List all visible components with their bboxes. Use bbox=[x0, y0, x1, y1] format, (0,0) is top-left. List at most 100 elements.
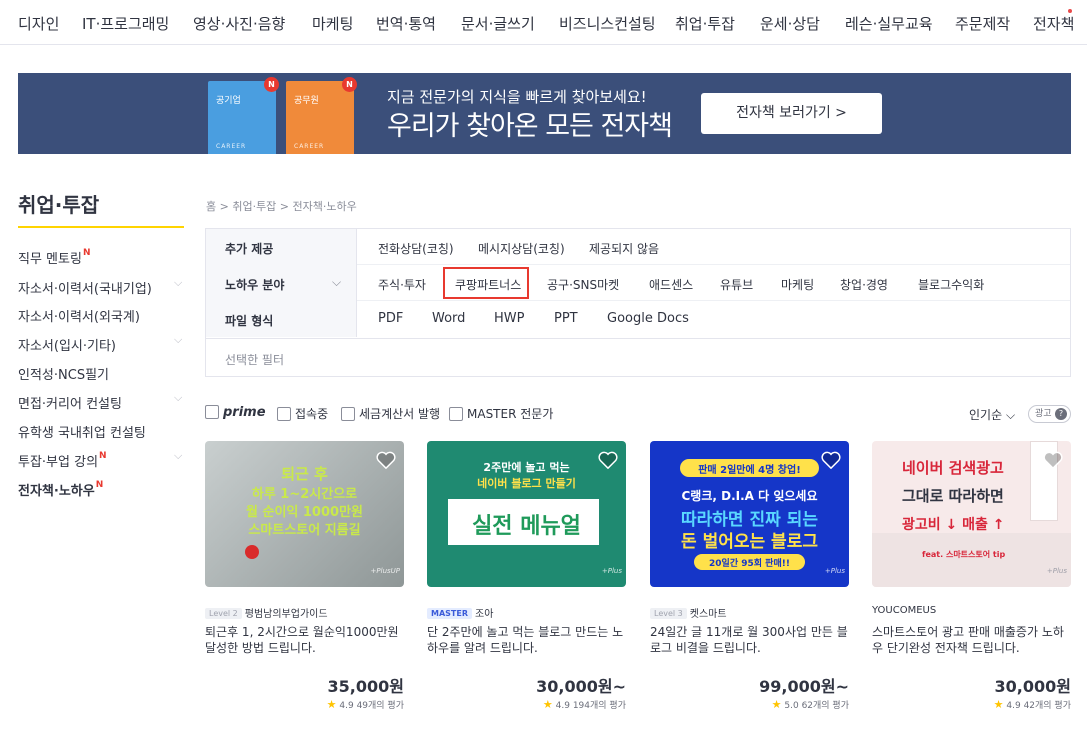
nav-design[interactable]: 디자인 bbox=[18, 13, 59, 34]
seller-name[interactable]: 평범남의부업가이드 bbox=[245, 609, 328, 620]
nav-jobs[interactable]: 취업·투잡 bbox=[675, 13, 735, 34]
chevron-down-icon[interactable]: ⌵ bbox=[332, 275, 341, 290]
heart-icon[interactable] bbox=[598, 451, 618, 469]
product-rating: ★ 4.9 42개의 평가 bbox=[993, 698, 1071, 711]
selected-filter-highlight bbox=[443, 267, 529, 299]
new-badge: N bbox=[264, 77, 279, 92]
banner-title: 우리가 찾아온 모든 전자책 bbox=[387, 111, 673, 142]
question-icon: ? bbox=[1055, 408, 1067, 420]
filter-option[interactable]: 유튜브 bbox=[720, 276, 753, 293]
star-icon: ★ bbox=[993, 698, 1004, 711]
filter-option[interactable]: Google Docs bbox=[607, 311, 689, 326]
chevron-down-icon[interactable]: ⌵ bbox=[174, 449, 182, 463]
banner-cta-button[interactable]: 전자책 보러가기 > bbox=[701, 93, 882, 134]
filter-option[interactable]: 전화상담(코칭) bbox=[378, 240, 454, 257]
filter-option[interactable]: 메시지상담(코칭) bbox=[478, 240, 565, 257]
nav-lessons[interactable]: 레슨·실무교육 bbox=[845, 13, 933, 34]
chevron-down-icon[interactable]: ⌵ bbox=[174, 333, 182, 347]
filter-panel: 추가 제공 전화상담(코칭) 메시지상담(코칭) 제공되지 않음 노하우 분야 … bbox=[205, 228, 1071, 377]
filter-option[interactable]: 블로그수익화 bbox=[918, 276, 984, 293]
red-ball-image bbox=[245, 545, 259, 559]
level-badge: Level 2 bbox=[205, 608, 242, 619]
filter-option[interactable]: PPT bbox=[554, 311, 578, 326]
filter-option[interactable]: 마케팅 bbox=[781, 276, 814, 293]
nav-writing[interactable]: 문서·글쓰기 bbox=[461, 13, 535, 34]
seller-info: MASTER 조아 bbox=[427, 605, 493, 620]
nav-it[interactable]: IT·프로그래밍 bbox=[82, 13, 169, 34]
prime-checkbox[interactable]: prime bbox=[205, 405, 266, 420]
chevron-down-icon[interactable]: ⌵ bbox=[174, 391, 182, 405]
heart-icon[interactable] bbox=[821, 451, 841, 469]
sort-dropdown[interactable]: 인기순 ⌵ bbox=[969, 406, 1015, 423]
heart-icon[interactable] bbox=[1043, 451, 1063, 469]
product-rating: ★ 4.9 194개의 평가 bbox=[542, 698, 626, 711]
seller-name[interactable]: 조아 bbox=[475, 609, 493, 620]
checkbox-icon bbox=[277, 407, 291, 421]
sidebar-item-essay[interactable]: 자소서(입시·기타) bbox=[18, 335, 116, 354]
product-thumbnail: 네이버 검색광고 그대로 따라하면 광고비 ↓ 매출 ↑ feat. 스마트스토… bbox=[872, 441, 1071, 587]
nav-video[interactable]: 영상·사진·음향 bbox=[193, 13, 285, 34]
tax-invoice-checkbox[interactable]: 세금계산서 발행 bbox=[341, 405, 440, 422]
checkbox-icon bbox=[341, 407, 355, 421]
sidebar-item-side-job[interactable]: 투잡·부업 강의N bbox=[18, 451, 107, 470]
product-thumbnail: 퇴근 후 하루 1~2시간으로 월 순이익 1000만원 스마트스토어 지름길 … bbox=[205, 441, 404, 587]
filter-option[interactable]: HWP bbox=[494, 311, 524, 326]
star-icon: ★ bbox=[771, 698, 782, 711]
book-cover-public-company: 공기업 CAREER N bbox=[208, 77, 279, 154]
filter-option[interactable]: 애드센스 bbox=[649, 276, 693, 293]
sidebar-title: 취업·투잡 bbox=[18, 193, 100, 217]
breadcrumb: 홈 > 취업·투잡 > 전자책·노하우 bbox=[206, 200, 357, 213]
seller-info: Level 2 평범남의부업가이드 bbox=[205, 605, 328, 620]
sidebar-divider bbox=[18, 226, 184, 228]
selected-filters: 선택한 필터 bbox=[206, 338, 1070, 376]
heart-icon[interactable] bbox=[376, 451, 396, 469]
chevron-down-icon[interactable]: ⌵ bbox=[174, 276, 182, 290]
star-icon: ★ bbox=[326, 698, 337, 711]
category-nav: 디자인 IT·프로그래밍 영상·사진·음향 마케팅 번역·통역 문서·글쓰기 비… bbox=[0, 0, 1087, 45]
sidebar-item-ncs[interactable]: 인적성·NCS필기 bbox=[18, 364, 109, 383]
ebook-banner[interactable]: 공기업 CAREER N 공무원 CAREER N 지금 전문가의 지식을 빠르… bbox=[18, 73, 1071, 154]
new-badge: N bbox=[342, 77, 357, 92]
nav-marketing[interactable]: 마케팅 bbox=[312, 13, 353, 34]
seller-name[interactable]: 켓스마트 bbox=[690, 609, 727, 620]
new-badge: N bbox=[99, 451, 107, 461]
filter-option[interactable]: PDF bbox=[378, 311, 403, 326]
product-title[interactable]: 24일간 글 11개로 월 300사업 만든 블로그 비결을 드립니다. bbox=[650, 624, 849, 656]
filter-option[interactable]: 창업·경영 bbox=[840, 276, 888, 293]
product-rating: ★ 4.9 49개의 평가 bbox=[326, 698, 404, 711]
filter-label: 파일 형식 bbox=[225, 314, 274, 328]
online-checkbox[interactable]: 접속중 bbox=[277, 405, 328, 422]
sidebar-item-resume-domestic[interactable]: 자소서·이력서(국내기업) bbox=[18, 278, 152, 297]
nav-fortune[interactable]: 운세·상담 bbox=[760, 13, 820, 34]
product-rating: ★ 5.0 62개의 평가 bbox=[771, 698, 849, 711]
product-thumbnail: 판매 2일만에 4명 창업! C랭크, D.I.A 다 잊으세요 따라하면 진짜… bbox=[650, 441, 849, 587]
seller-name[interactable]: YOUCOMEUS bbox=[872, 605, 936, 616]
product-title[interactable]: 단 2주만에 놀고 먹는 블로그 만드는 노하우를 알려 드립니다. bbox=[427, 624, 626, 656]
seller-info: YOUCOMEUS bbox=[872, 605, 936, 616]
level-badge: Level 3 bbox=[650, 608, 687, 619]
ad-info-button[interactable]: 광고? bbox=[1028, 405, 1071, 423]
filter-row-knowhow: 노하우 분야 ⌵ 주식·투자 쿠팡파트너스 공구·SNS마켓 애드센스 유튜브 … bbox=[206, 265, 1070, 301]
filter-option[interactable]: 주식·투자 bbox=[378, 276, 426, 293]
sidebar-item-ebook[interactable]: 전자책·노하우N bbox=[18, 480, 103, 499]
sidebar-item-intl-student[interactable]: 유학생 국내취업 컨설팅 bbox=[18, 422, 146, 441]
sidebar-item-mentoring[interactable]: 직무 멘토링N bbox=[18, 248, 90, 267]
filter-option[interactable]: 제공되지 않음 bbox=[589, 240, 659, 257]
book-cover-civil-servant: 공무원 CAREER N bbox=[286, 77, 357, 154]
product-price: 35,000원 bbox=[327, 677, 404, 696]
filter-row-format: 파일 형식 PDF Word HWP PPT Google Docs bbox=[206, 301, 1070, 337]
sidebar-item-resume-foreign[interactable]: 자소서·이력서(외국계) bbox=[18, 306, 140, 325]
filter-label: 노하우 분야 bbox=[225, 278, 285, 292]
filter-option[interactable]: Word bbox=[432, 311, 465, 326]
sidebar-item-interview[interactable]: 면접·커리어 컨설팅 bbox=[18, 393, 122, 412]
nav-ebook[interactable]: 전자책 bbox=[1033, 13, 1074, 34]
nav-custom[interactable]: 주문제작 bbox=[955, 13, 1010, 34]
seller-info: Level 3 켓스마트 bbox=[650, 605, 727, 620]
product-price: 30,000원 bbox=[994, 677, 1071, 696]
nav-business[interactable]: 비즈니스컨설팅 bbox=[559, 13, 656, 34]
filter-option[interactable]: 공구·SNS마켓 bbox=[547, 276, 619, 293]
master-checkbox[interactable]: MASTER 전문가 bbox=[449, 405, 553, 422]
product-title[interactable]: 퇴근후 1, 2시간으로 월순익1000만원 달성한 방법 드립니다. bbox=[205, 624, 404, 656]
product-title[interactable]: 스마트스토어 광고 판매 매출증가 노하우 단기완성 전자책 드립니다. bbox=[872, 624, 1071, 656]
nav-translation[interactable]: 번역·통역 bbox=[376, 13, 436, 34]
